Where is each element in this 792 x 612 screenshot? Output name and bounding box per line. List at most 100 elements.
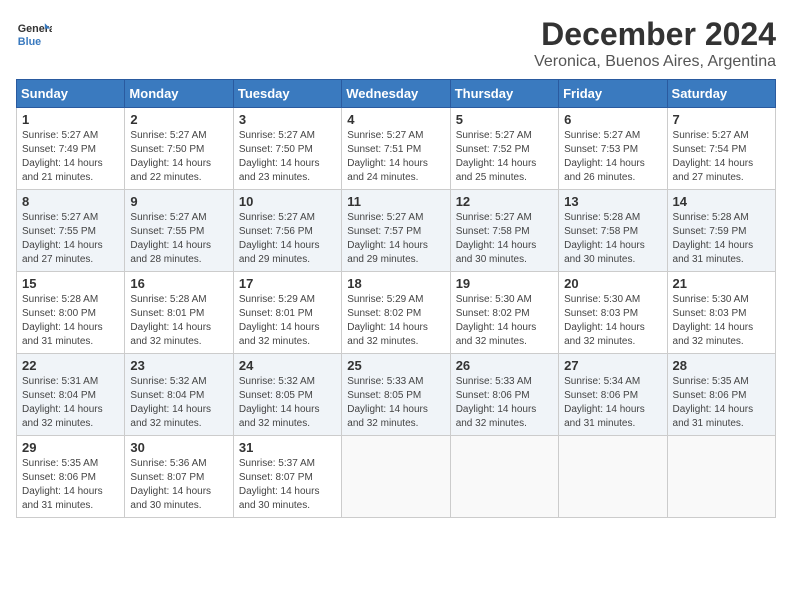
day-number: 19 <box>456 276 553 291</box>
calendar-cell: 31 Sunrise: 5:37 AM Sunset: 8:07 PM Dayl… <box>233 436 341 518</box>
calendar-cell: 12 Sunrise: 5:27 AM Sunset: 7:58 PM Dayl… <box>450 190 558 272</box>
calendar-cell <box>450 436 558 518</box>
day-info: Sunrise: 5:27 AM Sunset: 7:50 PM Dayligh… <box>239 129 336 185</box>
calendar-cell: 22 Sunrise: 5:31 AM Sunset: 8:04 PM Dayl… <box>17 354 125 436</box>
calendar-cell: 26 Sunrise: 5:33 AM Sunset: 8:06 PM Dayl… <box>450 354 558 436</box>
calendar-table: Sunday Monday Tuesday Wednesday Thursday… <box>16 79 776 518</box>
day-number: 12 <box>456 194 553 209</box>
calendar-cell: 30 Sunrise: 5:36 AM Sunset: 8:07 PM Dayl… <box>125 436 233 518</box>
calendar-week-row: 15 Sunrise: 5:28 AM Sunset: 8:00 PM Dayl… <box>17 272 776 354</box>
calendar-cell: 24 Sunrise: 5:32 AM Sunset: 8:05 PM Dayl… <box>233 354 341 436</box>
day-info: Sunrise: 5:27 AM Sunset: 7:57 PM Dayligh… <box>347 211 444 267</box>
calendar-week-row: 29 Sunrise: 5:35 AM Sunset: 8:06 PM Dayl… <box>17 436 776 518</box>
day-number: 9 <box>130 194 227 209</box>
day-number: 8 <box>22 194 119 209</box>
day-info: Sunrise: 5:35 AM Sunset: 8:06 PM Dayligh… <box>22 457 119 513</box>
day-info: Sunrise: 5:35 AM Sunset: 8:06 PM Dayligh… <box>673 375 770 431</box>
day-info: Sunrise: 5:32 AM Sunset: 8:05 PM Dayligh… <box>239 375 336 431</box>
day-info: Sunrise: 5:27 AM Sunset: 7:55 PM Dayligh… <box>22 211 119 267</box>
day-number: 3 <box>239 112 336 127</box>
calendar-cell: 11 Sunrise: 5:27 AM Sunset: 7:57 PM Dayl… <box>342 190 450 272</box>
day-info: Sunrise: 5:28 AM Sunset: 8:00 PM Dayligh… <box>22 293 119 349</box>
day-number: 6 <box>564 112 661 127</box>
header-tuesday: Tuesday <box>233 80 341 108</box>
day-number: 1 <box>22 112 119 127</box>
day-info: Sunrise: 5:31 AM Sunset: 8:04 PM Dayligh… <box>22 375 119 431</box>
day-number: 30 <box>130 440 227 455</box>
calendar-cell: 20 Sunrise: 5:30 AM Sunset: 8:03 PM Dayl… <box>559 272 667 354</box>
day-number: 28 <box>673 358 770 373</box>
day-number: 14 <box>673 194 770 209</box>
title-area: December 2024 Veronica, Buenos Aires, Ar… <box>534 16 776 71</box>
calendar-cell: 19 Sunrise: 5:30 AM Sunset: 8:02 PM Dayl… <box>450 272 558 354</box>
header-friday: Friday <box>559 80 667 108</box>
day-number: 10 <box>239 194 336 209</box>
day-number: 20 <box>564 276 661 291</box>
calendar-header-row: Sunday Monday Tuesday Wednesday Thursday… <box>17 80 776 108</box>
calendar-week-row: 22 Sunrise: 5:31 AM Sunset: 8:04 PM Dayl… <box>17 354 776 436</box>
day-number: 18 <box>347 276 444 291</box>
day-number: 21 <box>673 276 770 291</box>
day-info: Sunrise: 5:30 AM Sunset: 8:03 PM Dayligh… <box>673 293 770 349</box>
day-info: Sunrise: 5:27 AM Sunset: 7:54 PM Dayligh… <box>673 129 770 185</box>
calendar-cell: 6 Sunrise: 5:27 AM Sunset: 7:53 PM Dayli… <box>559 108 667 190</box>
header-wednesday: Wednesday <box>342 80 450 108</box>
day-number: 13 <box>564 194 661 209</box>
day-info: Sunrise: 5:30 AM Sunset: 8:02 PM Dayligh… <box>456 293 553 349</box>
calendar-cell: 14 Sunrise: 5:28 AM Sunset: 7:59 PM Dayl… <box>667 190 775 272</box>
day-info: Sunrise: 5:28 AM Sunset: 8:01 PM Dayligh… <box>130 293 227 349</box>
page-header: General Blue December 2024 Veronica, Bue… <box>16 16 776 71</box>
day-info: Sunrise: 5:27 AM Sunset: 7:53 PM Dayligh… <box>564 129 661 185</box>
day-info: Sunrise: 5:33 AM Sunset: 8:05 PM Dayligh… <box>347 375 444 431</box>
calendar-cell: 17 Sunrise: 5:29 AM Sunset: 8:01 PM Dayl… <box>233 272 341 354</box>
calendar-cell: 29 Sunrise: 5:35 AM Sunset: 8:06 PM Dayl… <box>17 436 125 518</box>
day-number: 27 <box>564 358 661 373</box>
day-info: Sunrise: 5:28 AM Sunset: 7:59 PM Dayligh… <box>673 211 770 267</box>
svg-text:Blue: Blue <box>18 36 41 48</box>
calendar-week-row: 8 Sunrise: 5:27 AM Sunset: 7:55 PM Dayli… <box>17 190 776 272</box>
header-saturday: Saturday <box>667 80 775 108</box>
day-number: 24 <box>239 358 336 373</box>
day-number: 5 <box>456 112 553 127</box>
day-number: 11 <box>347 194 444 209</box>
calendar-cell <box>559 436 667 518</box>
location-title: Veronica, Buenos Aires, Argentina <box>534 53 776 71</box>
calendar-cell: 27 Sunrise: 5:34 AM Sunset: 8:06 PM Dayl… <box>559 354 667 436</box>
day-number: 17 <box>239 276 336 291</box>
day-number: 23 <box>130 358 227 373</box>
day-number: 2 <box>130 112 227 127</box>
calendar-cell: 15 Sunrise: 5:28 AM Sunset: 8:00 PM Dayl… <box>17 272 125 354</box>
logo-icon: General Blue <box>16 16 52 52</box>
day-info: Sunrise: 5:27 AM Sunset: 7:52 PM Dayligh… <box>456 129 553 185</box>
day-info: Sunrise: 5:27 AM Sunset: 7:56 PM Dayligh… <box>239 211 336 267</box>
svg-text:General: General <box>18 23 52 35</box>
calendar-cell: 10 Sunrise: 5:27 AM Sunset: 7:56 PM Dayl… <box>233 190 341 272</box>
calendar-cell: 25 Sunrise: 5:33 AM Sunset: 8:05 PM Dayl… <box>342 354 450 436</box>
day-info: Sunrise: 5:37 AM Sunset: 8:07 PM Dayligh… <box>239 457 336 513</box>
day-number: 15 <box>22 276 119 291</box>
day-number: 31 <box>239 440 336 455</box>
day-info: Sunrise: 5:27 AM Sunset: 7:58 PM Dayligh… <box>456 211 553 267</box>
calendar-cell <box>667 436 775 518</box>
calendar-cell: 23 Sunrise: 5:32 AM Sunset: 8:04 PM Dayl… <box>125 354 233 436</box>
day-number: 16 <box>130 276 227 291</box>
logo: General Blue <box>16 16 52 52</box>
day-info: Sunrise: 5:30 AM Sunset: 8:03 PM Dayligh… <box>564 293 661 349</box>
day-info: Sunrise: 5:27 AM Sunset: 7:49 PM Dayligh… <box>22 129 119 185</box>
day-info: Sunrise: 5:29 AM Sunset: 8:02 PM Dayligh… <box>347 293 444 349</box>
day-number: 25 <box>347 358 444 373</box>
day-info: Sunrise: 5:34 AM Sunset: 8:06 PM Dayligh… <box>564 375 661 431</box>
month-title: December 2024 <box>534 16 776 53</box>
day-info: Sunrise: 5:28 AM Sunset: 7:58 PM Dayligh… <box>564 211 661 267</box>
calendar-cell: 9 Sunrise: 5:27 AM Sunset: 7:55 PM Dayli… <box>125 190 233 272</box>
calendar-cell: 1 Sunrise: 5:27 AM Sunset: 7:49 PM Dayli… <box>17 108 125 190</box>
day-info: Sunrise: 5:33 AM Sunset: 8:06 PM Dayligh… <box>456 375 553 431</box>
day-info: Sunrise: 5:29 AM Sunset: 8:01 PM Dayligh… <box>239 293 336 349</box>
day-info: Sunrise: 5:36 AM Sunset: 8:07 PM Dayligh… <box>130 457 227 513</box>
day-info: Sunrise: 5:27 AM Sunset: 7:51 PM Dayligh… <box>347 129 444 185</box>
calendar-cell: 18 Sunrise: 5:29 AM Sunset: 8:02 PM Dayl… <box>342 272 450 354</box>
day-number: 7 <box>673 112 770 127</box>
day-number: 4 <box>347 112 444 127</box>
calendar-cell: 13 Sunrise: 5:28 AM Sunset: 7:58 PM Dayl… <box>559 190 667 272</box>
day-info: Sunrise: 5:32 AM Sunset: 8:04 PM Dayligh… <box>130 375 227 431</box>
